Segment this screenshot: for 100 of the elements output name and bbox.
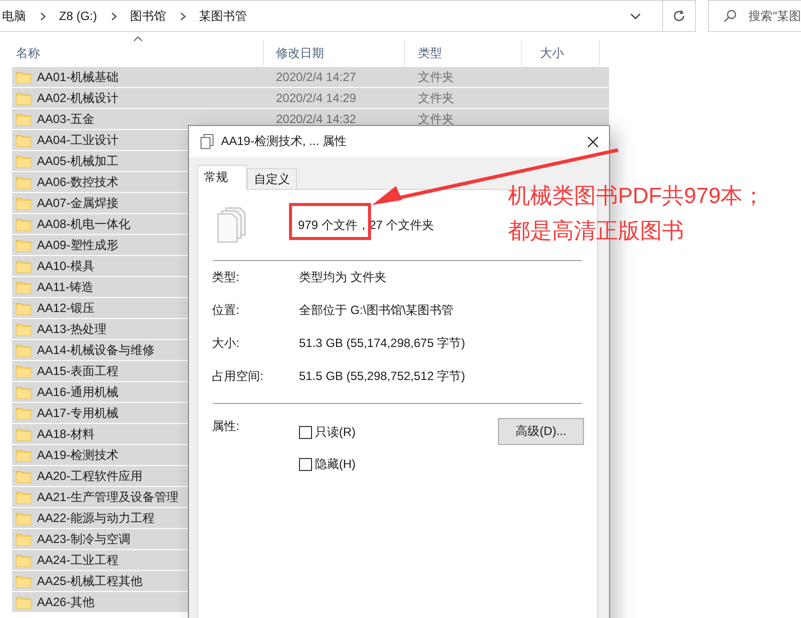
file-name: AA07-金属焊接 bbox=[37, 194, 118, 212]
modified-date: 2020/2/4 14:27 bbox=[276, 70, 356, 84]
property-label: 类型: bbox=[212, 269, 240, 286]
file-name: AA12-锻压 bbox=[37, 300, 94, 316]
folder-icon bbox=[16, 112, 31, 126]
checkbox[interactable]: 隐藏(H) bbox=[299, 456, 356, 473]
folder-icon bbox=[16, 92, 31, 104]
file-name: AA13-热处理 bbox=[37, 320, 106, 338]
folder-icon bbox=[16, 218, 31, 230]
file-name: AA11-铸造 bbox=[37, 278, 94, 296]
file-name: AA04-工业设计 bbox=[37, 132, 118, 148]
file-name: AA03-五金 bbox=[37, 110, 94, 128]
file-name: AA25-机械工程其他 bbox=[37, 572, 142, 590]
file-name: AA22-能源与动力工程 bbox=[37, 510, 154, 526]
property-value: 全部位于 G:\图书馆\某图书管 bbox=[299, 302, 454, 319]
file-name: AA16-通用机械 bbox=[37, 384, 118, 400]
folder-icon bbox=[16, 322, 31, 336]
folder-icon bbox=[16, 428, 31, 440]
file-type: 文件夹 bbox=[418, 110, 454, 128]
property-value: 类型均为 文件夹 bbox=[299, 269, 386, 286]
folder-icon bbox=[16, 532, 31, 546]
files-icon bbox=[200, 134, 214, 150]
file-name: AA19-检测技术 bbox=[37, 446, 118, 464]
folder-icon bbox=[16, 364, 31, 378]
file-name: AA24-工业工程 bbox=[37, 552, 118, 568]
file-type: 文件夹 bbox=[418, 68, 454, 86]
column-header[interactable]: 修改日期 bbox=[264, 40, 405, 66]
breadcrumb-item[interactable]: Z8 (G:) bbox=[57, 9, 99, 23]
file-name: AA08-机电一体化 bbox=[37, 216, 130, 232]
folder-icon bbox=[16, 554, 31, 566]
file-name: AA02-机械设计 bbox=[37, 90, 118, 106]
checkbox-label: 只读(R) bbox=[315, 424, 356, 441]
file-name: AA05-机械加工 bbox=[37, 152, 118, 170]
property-value: 51.3 GB (55,174,298,675 字节) bbox=[299, 335, 466, 352]
property-value: 51.5 GB (55,298,752,512 字节) bbox=[299, 368, 466, 385]
folder-icon bbox=[16, 386, 31, 398]
file-name: AA10-模具 bbox=[37, 258, 94, 274]
file-type: 文件夹 bbox=[418, 90, 454, 106]
file-name: AA15-表面工程 bbox=[37, 362, 118, 380]
file-row[interactable]: AA02-机械设计 2020/2/4 14:29 文件夹 bbox=[12, 88, 609, 108]
folder-icon bbox=[16, 154, 31, 168]
folder-icon bbox=[16, 448, 31, 462]
search-icon bbox=[722, 9, 737, 23]
folder-icon bbox=[16, 280, 31, 294]
file-name: AA09-塑性成形 bbox=[37, 236, 118, 254]
file-name: AA20-工程软件应用 bbox=[37, 468, 142, 484]
folder-icon bbox=[16, 196, 31, 210]
folder-icon bbox=[16, 260, 31, 272]
file-name: AA17-专用机械 bbox=[37, 404, 118, 422]
sort-caret-icon bbox=[132, 36, 142, 42]
file-name: AA23-制冷与空调 bbox=[37, 530, 130, 548]
column-header[interactable]: 类型 bbox=[405, 40, 522, 66]
folder-icon bbox=[16, 596, 31, 608]
folder-icon bbox=[16, 344, 31, 356]
refresh-icon bbox=[672, 9, 686, 23]
refresh-button[interactable] bbox=[662, 0, 696, 32]
breadcrumb-item[interactable]: 电脑 bbox=[0, 8, 28, 24]
checkbox-square[interactable] bbox=[299, 458, 312, 471]
breadcrumb-item[interactable]: 某图书管 bbox=[197, 8, 249, 24]
column-header[interactable]: 名称 bbox=[12, 40, 264, 66]
folder-icon bbox=[16, 302, 31, 314]
tab[interactable]: 自定义 bbox=[247, 168, 297, 189]
search-field[interactable]: 搜索"某图 bbox=[708, 0, 801, 32]
modified-date: 2020/2/4 14:32 bbox=[276, 112, 356, 126]
dropdown-icon[interactable] bbox=[630, 12, 641, 20]
property-label: 大小: bbox=[212, 335, 240, 352]
breadcrumb-item[interactable]: 图书馆 bbox=[128, 8, 168, 24]
file-name: AA01-机械基础 bbox=[37, 68, 118, 86]
file-name: AA18-材料 bbox=[37, 426, 94, 442]
checkbox-square[interactable] bbox=[299, 426, 312, 439]
file-row[interactable]: AA01-机械基础 2020/2/4 14:27 文件夹 bbox=[12, 67, 609, 87]
chevron-icon[interactable] bbox=[111, 12, 117, 20]
property-label: 占用空间: bbox=[212, 368, 264, 385]
property-label: 位置: bbox=[212, 302, 240, 319]
folder-icon bbox=[16, 512, 31, 524]
address-bar[interactable]: 电脑 Z8 (G:) 图书馆 某图书管 bbox=[0, 0, 663, 32]
folder-icon bbox=[16, 470, 31, 482]
column-header[interactable]: 大小 bbox=[522, 40, 600, 66]
chevron-icon[interactable] bbox=[40, 12, 46, 20]
arrow-icon bbox=[370, 148, 620, 208]
dialog-title: AA19-检测技术, ... 属性 bbox=[221, 133, 346, 150]
folder-icon bbox=[16, 574, 31, 588]
checkbox[interactable]: 只读(R) bbox=[299, 424, 356, 441]
checkbox-label: 隐藏(H) bbox=[315, 456, 356, 473]
attributes-label: 属性: bbox=[212, 418, 240, 435]
advanced-button[interactable]: 高级(D)... bbox=[498, 418, 584, 445]
close-icon[interactable] bbox=[587, 136, 599, 148]
folder-icon bbox=[16, 176, 31, 188]
file-name: AA14-机械设备与维修 bbox=[37, 342, 154, 358]
tab[interactable]: 常规 bbox=[197, 165, 247, 190]
file-name: AA26-其他 bbox=[37, 594, 94, 610]
folder-icon bbox=[16, 70, 31, 84]
modified-date: 2020/2/4 14:29 bbox=[276, 91, 356, 105]
file-name: AA21-生产管理及设备管理 bbox=[37, 488, 178, 506]
file-name: AA06-数控技术 bbox=[37, 174, 118, 190]
chevron-icon[interactable] bbox=[180, 12, 186, 20]
folder-icon bbox=[16, 238, 31, 252]
folder-icon bbox=[16, 406, 31, 420]
folder-icon bbox=[16, 490, 31, 504]
folder-icon bbox=[16, 134, 31, 146]
